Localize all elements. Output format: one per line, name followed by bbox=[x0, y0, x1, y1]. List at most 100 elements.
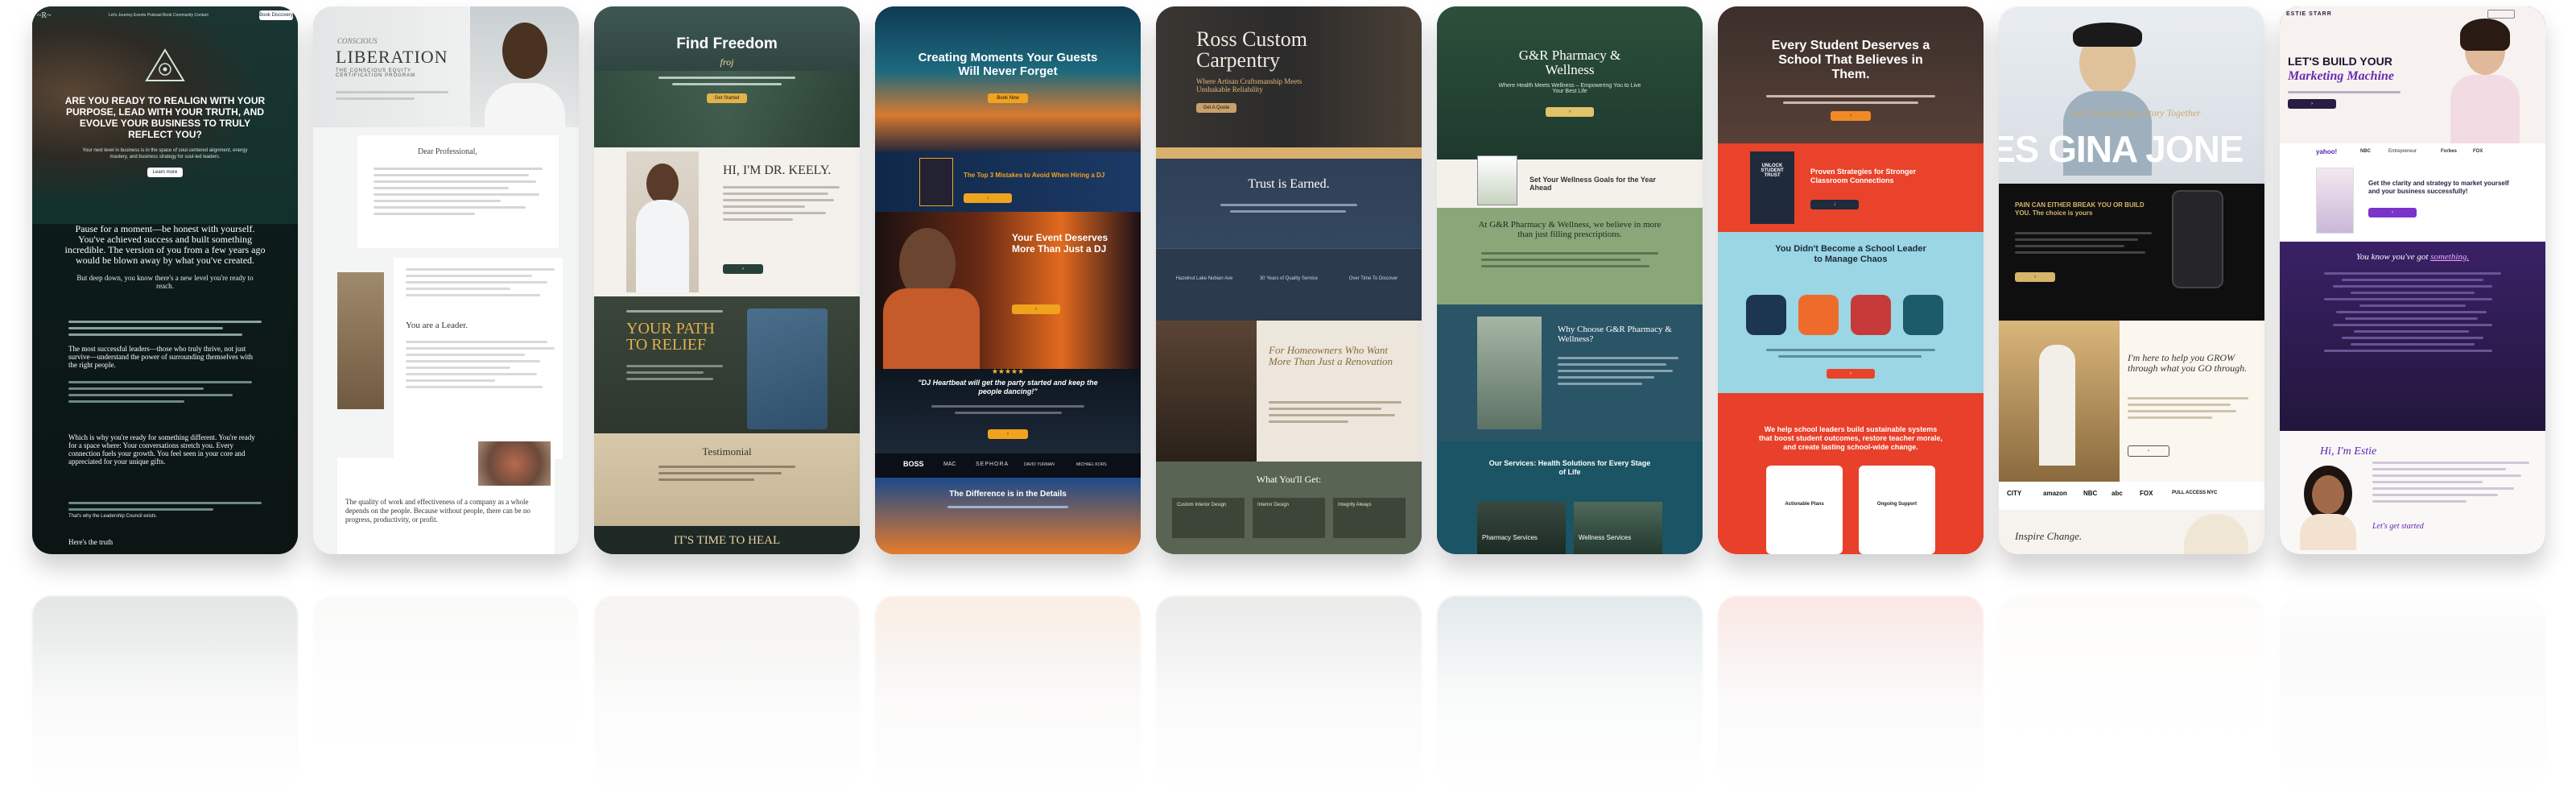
hero-lines bbox=[2288, 87, 2401, 97]
review-quote: "DJ Heartbeat will get the party started… bbox=[918, 379, 1098, 395]
pain-quote: PAIN CAN EITHER BREAK YOU OR BUILD YOU. … bbox=[2015, 201, 2145, 217]
read-more-button[interactable]: › bbox=[723, 264, 763, 274]
pain-cta-button[interactable]: › bbox=[2015, 272, 2055, 282]
name-marquee: ES GINA JONE bbox=[1999, 128, 2244, 170]
pain-lines bbox=[2015, 228, 2152, 258]
feature-tile-3 bbox=[1851, 295, 1891, 335]
hi-heading: Hi, I'm Estie bbox=[2320, 445, 2377, 458]
doctor-heading: HI, I'M DR. KEELY. bbox=[723, 164, 832, 177]
portfolio-card-ross-carpentry[interactable]: Ross Custom Carpentry Where Artisan Craft… bbox=[1156, 6, 1422, 554]
service-card-wellness[interactable]: Wellness Services bbox=[1574, 502, 1662, 554]
believe-heading: At G&R Pharmacy & Wellness, we believe i… bbox=[1478, 220, 1662, 239]
hero-lines bbox=[1766, 91, 1935, 108]
what-you-get-heading: What You'll Get: bbox=[1256, 474, 1322, 485]
event-heading: Your Event Deserves More Than Just a DJ bbox=[1012, 232, 1108, 255]
believe-lines bbox=[1481, 248, 1658, 271]
hands-photo bbox=[478, 441, 551, 486]
goals-heading: Set Your Wellness Goals for the Year Ahe… bbox=[1530, 176, 1656, 192]
reflection-fade bbox=[0, 580, 2576, 795]
tile-ongoing-support: Ongoing Support bbox=[1859, 466, 1935, 554]
ebook-cover bbox=[919, 158, 953, 206]
portfolio-card-dj-events[interactable]: Creating Moments Your Guests Will Never … bbox=[875, 6, 1141, 554]
portfolio-card-find-freedom[interactable]: Find Freedom froj Get Started HI, I'M DR… bbox=[594, 6, 860, 554]
stat-3: Over Time To Discover bbox=[1348, 276, 1398, 281]
hero-cta-button[interactable]: › bbox=[1831, 111, 1871, 121]
download-button[interactable]: ↓ bbox=[1810, 200, 1859, 209]
help-cta-button[interactable]: › bbox=[2128, 445, 2169, 457]
signoff: Let's get started bbox=[2372, 522, 2424, 531]
path-heading: YOUR PATH TO RELIEF bbox=[626, 320, 715, 354]
hero-portrait bbox=[470, 6, 579, 127]
portfolio-strip: ~R~ Let's Journey Events Podcast Book Co… bbox=[32, 6, 2545, 554]
hero-script: froj bbox=[720, 56, 734, 68]
book-discovery-button[interactable]: Book Discovery bbox=[259, 10, 293, 20]
client-logo-sephora: SEPHORA bbox=[976, 462, 1009, 467]
letter-lines bbox=[406, 337, 555, 392]
feature-tile-1 bbox=[1746, 295, 1786, 335]
media-logo-abc: abc bbox=[2112, 490, 2123, 497]
hero-title: G&R Pharmacy & Wellness bbox=[1518, 48, 1621, 77]
hero-title: Ross Custom Carpentry bbox=[1196, 27, 1307, 72]
mistakes-heading: The Top 3 Mistakes to Avoid When Hiring … bbox=[964, 172, 1105, 179]
review-lines bbox=[931, 401, 1084, 418]
inspire-heading: Inspire Change. bbox=[2015, 530, 2083, 542]
difference-lines bbox=[947, 502, 1068, 512]
about-portrait bbox=[2296, 466, 2360, 550]
ebook-cover: UNLOCK STUDENT TRUST bbox=[1750, 151, 1794, 224]
hero-script: Let's Rewrite Your Story Together bbox=[2070, 107, 2201, 118]
stat-1: Hazelnut Lake Nubian Ave bbox=[1175, 276, 1233, 281]
portfolio-card-liberation[interactable]: CONSCIOUS LIBERATION THE CONSCIOUS EQUIT… bbox=[313, 6, 579, 554]
why-lines bbox=[1558, 353, 1678, 389]
portfolio-card-gina-jones[interactable]: Let's Rewrite Your Story Together ES GIN… bbox=[1999, 6, 2264, 554]
media-logo-amazon: amazon bbox=[2043, 490, 2067, 497]
body-text-lines bbox=[68, 498, 262, 515]
chaos-cta-button[interactable]: › bbox=[1827, 369, 1875, 379]
stat-2: 30 Years of Quality Service bbox=[1259, 276, 1319, 281]
hero-title: LIBERATION bbox=[336, 47, 448, 67]
service-card-pharmacy[interactable]: Pharmacy Services bbox=[1477, 502, 1566, 554]
portfolio-card-every-student[interactable]: Every Student Deserves a School That Bel… bbox=[1718, 6, 1984, 554]
help-lines bbox=[2128, 393, 2248, 423]
tile-actionable-plans: Actionable Plans bbox=[1766, 466, 1843, 554]
client-logo-boss: BOSS bbox=[903, 460, 924, 468]
why-heading: Why Choose G&R Pharmacy & Wellness? bbox=[1558, 325, 1672, 344]
services-heading: Our Services: Health Solutions for Every… bbox=[1488, 459, 1651, 476]
clarity-cta-button[interactable]: › bbox=[2368, 208, 2417, 217]
body-text-lines bbox=[68, 377, 262, 407]
greeting: Dear Professional, bbox=[418, 147, 477, 156]
client-logo-mac: MAC bbox=[943, 462, 956, 467]
body-text-lines bbox=[68, 317, 262, 340]
more-reviews-button[interactable]: › bbox=[988, 429, 1028, 439]
pharmacist-photo bbox=[1477, 317, 1542, 429]
brand-signature: ~R~ bbox=[37, 11, 52, 20]
learn-more-button[interactable]: Learn more bbox=[147, 168, 183, 177]
chaos-lines bbox=[1766, 345, 1935, 362]
download-button[interactable]: ↓ bbox=[964, 193, 1012, 203]
portfolio-card-gr-pharmacy[interactable]: G&R Pharmacy & Wellness Where Health Mee… bbox=[1437, 6, 1703, 554]
nav-menu[interactable]: Let's Journey Events Podcast Book Commun… bbox=[109, 13, 208, 18]
doctor-portrait bbox=[626, 151, 699, 292]
hero-cta-button[interactable]: › bbox=[1546, 107, 1594, 117]
hero-cta-button[interactable]: › bbox=[2288, 99, 2336, 109]
phone-mockup bbox=[2172, 190, 2223, 288]
media-logo-fox: FOX bbox=[2140, 490, 2153, 497]
media-logo-forbes: Forbes bbox=[2441, 149, 2458, 154]
brand-logo: ESTIE STARR bbox=[2286, 11, 2332, 17]
portfolio-card-estie-starr[interactable]: ESTIE STARR LET'S BUILD YOUR Marketing M… bbox=[2280, 6, 2545, 554]
know-heading: You know you've got something. bbox=[2355, 252, 2470, 262]
hero-title: LET'S BUILD YOUR bbox=[2288, 55, 2392, 68]
media-logo-entrepreneur: Entrepreneur bbox=[2388, 149, 2417, 154]
event-cta-button[interactable]: › bbox=[1012, 304, 1060, 314]
council-heading: That's why the Leadership Council exists… bbox=[68, 514, 158, 519]
get-started-button[interactable]: Get Started bbox=[707, 93, 747, 103]
get-quote-button[interactable]: Get A Quote bbox=[1196, 103, 1236, 113]
book-now-button[interactable]: Book Now bbox=[988, 93, 1028, 103]
hero-title-script: Marketing Machine bbox=[2288, 69, 2395, 83]
media-logo-pull: PULL ACCESS NYC bbox=[2172, 491, 2218, 495]
chaos-heading: You Didn't Become a School Leader to Man… bbox=[1775, 244, 1926, 264]
feature-card-3: Integrity Always bbox=[1333, 498, 1406, 538]
portfolio-card-soul-business[interactable]: ~R~ Let's Journey Events Podcast Book Co… bbox=[32, 6, 298, 554]
truth-heading: Here's the truth bbox=[68, 538, 114, 546]
hero-text-lines bbox=[658, 72, 795, 89]
hero-text-lines bbox=[336, 87, 448, 104]
